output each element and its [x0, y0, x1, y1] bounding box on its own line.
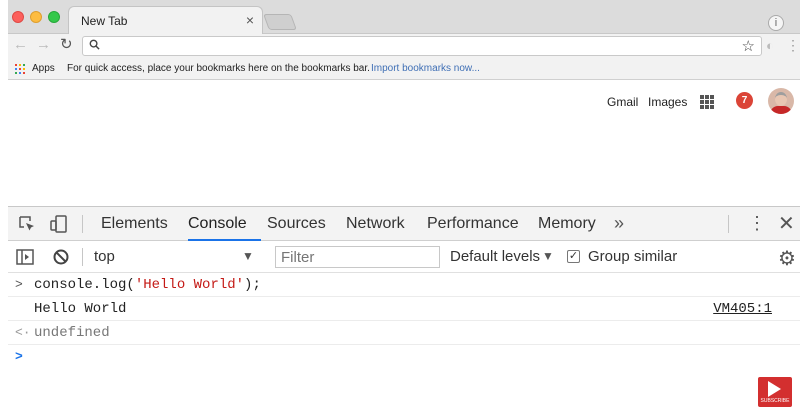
console-result-line: <· undefined	[8, 321, 800, 345]
tab-console[interactable]: Console	[188, 215, 247, 233]
title-bar: New Tab × i	[8, 0, 800, 34]
command-prefix: console.log(	[34, 277, 135, 293]
tab-network[interactable]: Network	[346, 215, 405, 233]
images-link[interactable]: Images	[648, 95, 687, 109]
new-tab-button[interactable]	[263, 14, 297, 30]
console-prompt-line[interactable]: >	[8, 345, 800, 369]
bookmarks-hint: For quick access, place your bookmarks h…	[67, 63, 370, 74]
address-bar[interactable]: ☆	[82, 36, 762, 56]
command-suffix: );	[244, 277, 261, 293]
browser-toolbar: ← → ↻ ☆ ◐ ⋮	[8, 34, 800, 58]
avatar-head	[775, 92, 787, 106]
tab-performance[interactable]: Performance	[427, 215, 519, 233]
console-result: undefined	[34, 325, 110, 341]
google-apps-icon[interactable]	[700, 95, 714, 109]
profile-icon[interactable]: i	[768, 15, 784, 31]
context-selector[interactable]: top	[94, 248, 115, 265]
import-bookmarks-link[interactable]: Import bookmarks now...	[371, 63, 480, 74]
tab-close-icon[interactable]: ×	[246, 12, 254, 28]
tab-sources[interactable]: Sources	[267, 215, 326, 233]
filter-input[interactable]	[275, 246, 440, 268]
tab-new-tab[interactable]: New Tab ×	[68, 6, 263, 34]
toolbar-divider	[728, 215, 729, 233]
avatar-shirt	[770, 106, 792, 114]
apps-link[interactable]: Apps	[32, 63, 55, 74]
back-button[interactable]: ←	[13, 37, 28, 53]
console-input-line: > console.log('Hello World');	[8, 273, 800, 297]
subscribe-label: SUBSCRIBE	[760, 398, 790, 404]
toolbar-divider	[82, 248, 83, 266]
clear-console-icon[interactable]	[52, 248, 70, 266]
console-command: console.log('Hello World');	[34, 277, 261, 293]
avatar[interactable]	[768, 88, 794, 114]
gmail-link[interactable]: Gmail	[607, 95, 638, 109]
inspect-element-icon[interactable]	[18, 215, 36, 233]
group-similar-label: Group similar	[588, 248, 678, 265]
browser-menu-icon[interactable]: ⋮	[786, 37, 800, 54]
console-toolbar: top ▼ Default levels ▼ ✓ Group similar ⚙	[8, 241, 800, 273]
close-window-button[interactable]	[12, 11, 24, 23]
bookmark-star-icon[interactable]: ☆	[742, 37, 755, 55]
devtools-tab-bar: Elements Console Sources Network Perform…	[8, 207, 800, 241]
page-content: Gmail Images 7	[8, 80, 800, 206]
notification-badge[interactable]: 7	[736, 92, 753, 109]
more-tabs-icon[interactable]: »	[614, 213, 624, 234]
play-icon	[768, 381, 781, 397]
toolbar-divider	[82, 215, 83, 233]
forward-button[interactable]: →	[36, 37, 51, 53]
browser-window: New Tab × i ← → ↻ ☆ ◐ ⋮ Apps For quick a…	[8, 0, 800, 412]
device-toolbar-icon[interactable]	[50, 215, 68, 233]
devtools-panel: Elements Console Sources Network Perform…	[8, 206, 800, 412]
tab-memory[interactable]: Memory	[538, 215, 596, 233]
tab-title: New Tab	[81, 14, 128, 28]
input-prompt-icon: >	[15, 277, 23, 292]
bookmarks-bar: Apps For quick access, place your bookma…	[8, 58, 800, 80]
maximize-window-button[interactable]	[48, 11, 60, 23]
source-link[interactable]: VM405:1	[713, 301, 772, 317]
command-string: 'Hello World'	[134, 277, 245, 293]
sidebar-toggle-icon[interactable]	[16, 248, 34, 266]
subscribe-watermark[interactable]: SUBSCRIBE	[758, 377, 792, 407]
reload-button[interactable]: ↻	[60, 37, 73, 53]
group-similar-checkbox[interactable]: ✓	[567, 250, 580, 263]
caret-icon: >	[15, 349, 23, 364]
extension-icon[interactable]: ◐	[766, 38, 774, 53]
tab-elements[interactable]: Elements	[101, 215, 168, 233]
console-log-line: Hello World VM405:1	[8, 297, 800, 321]
devtools-menu-icon[interactable]: ⋮	[748, 213, 766, 234]
chevron-down-icon[interactable]: ▼	[242, 249, 254, 263]
search-icon	[89, 39, 100, 50]
console-output: Hello World	[34, 301, 127, 317]
close-devtools-icon[interactable]: ✕	[778, 211, 795, 236]
minimize-window-button[interactable]	[30, 11, 42, 23]
result-prompt-icon: <·	[15, 325, 31, 340]
chevron-down-icon[interactable]: ▼	[542, 249, 554, 263]
gear-icon[interactable]: ⚙	[778, 246, 796, 271]
apps-grid-icon[interactable]	[15, 64, 25, 74]
log-levels-dropdown[interactable]: Default levels	[450, 248, 540, 265]
